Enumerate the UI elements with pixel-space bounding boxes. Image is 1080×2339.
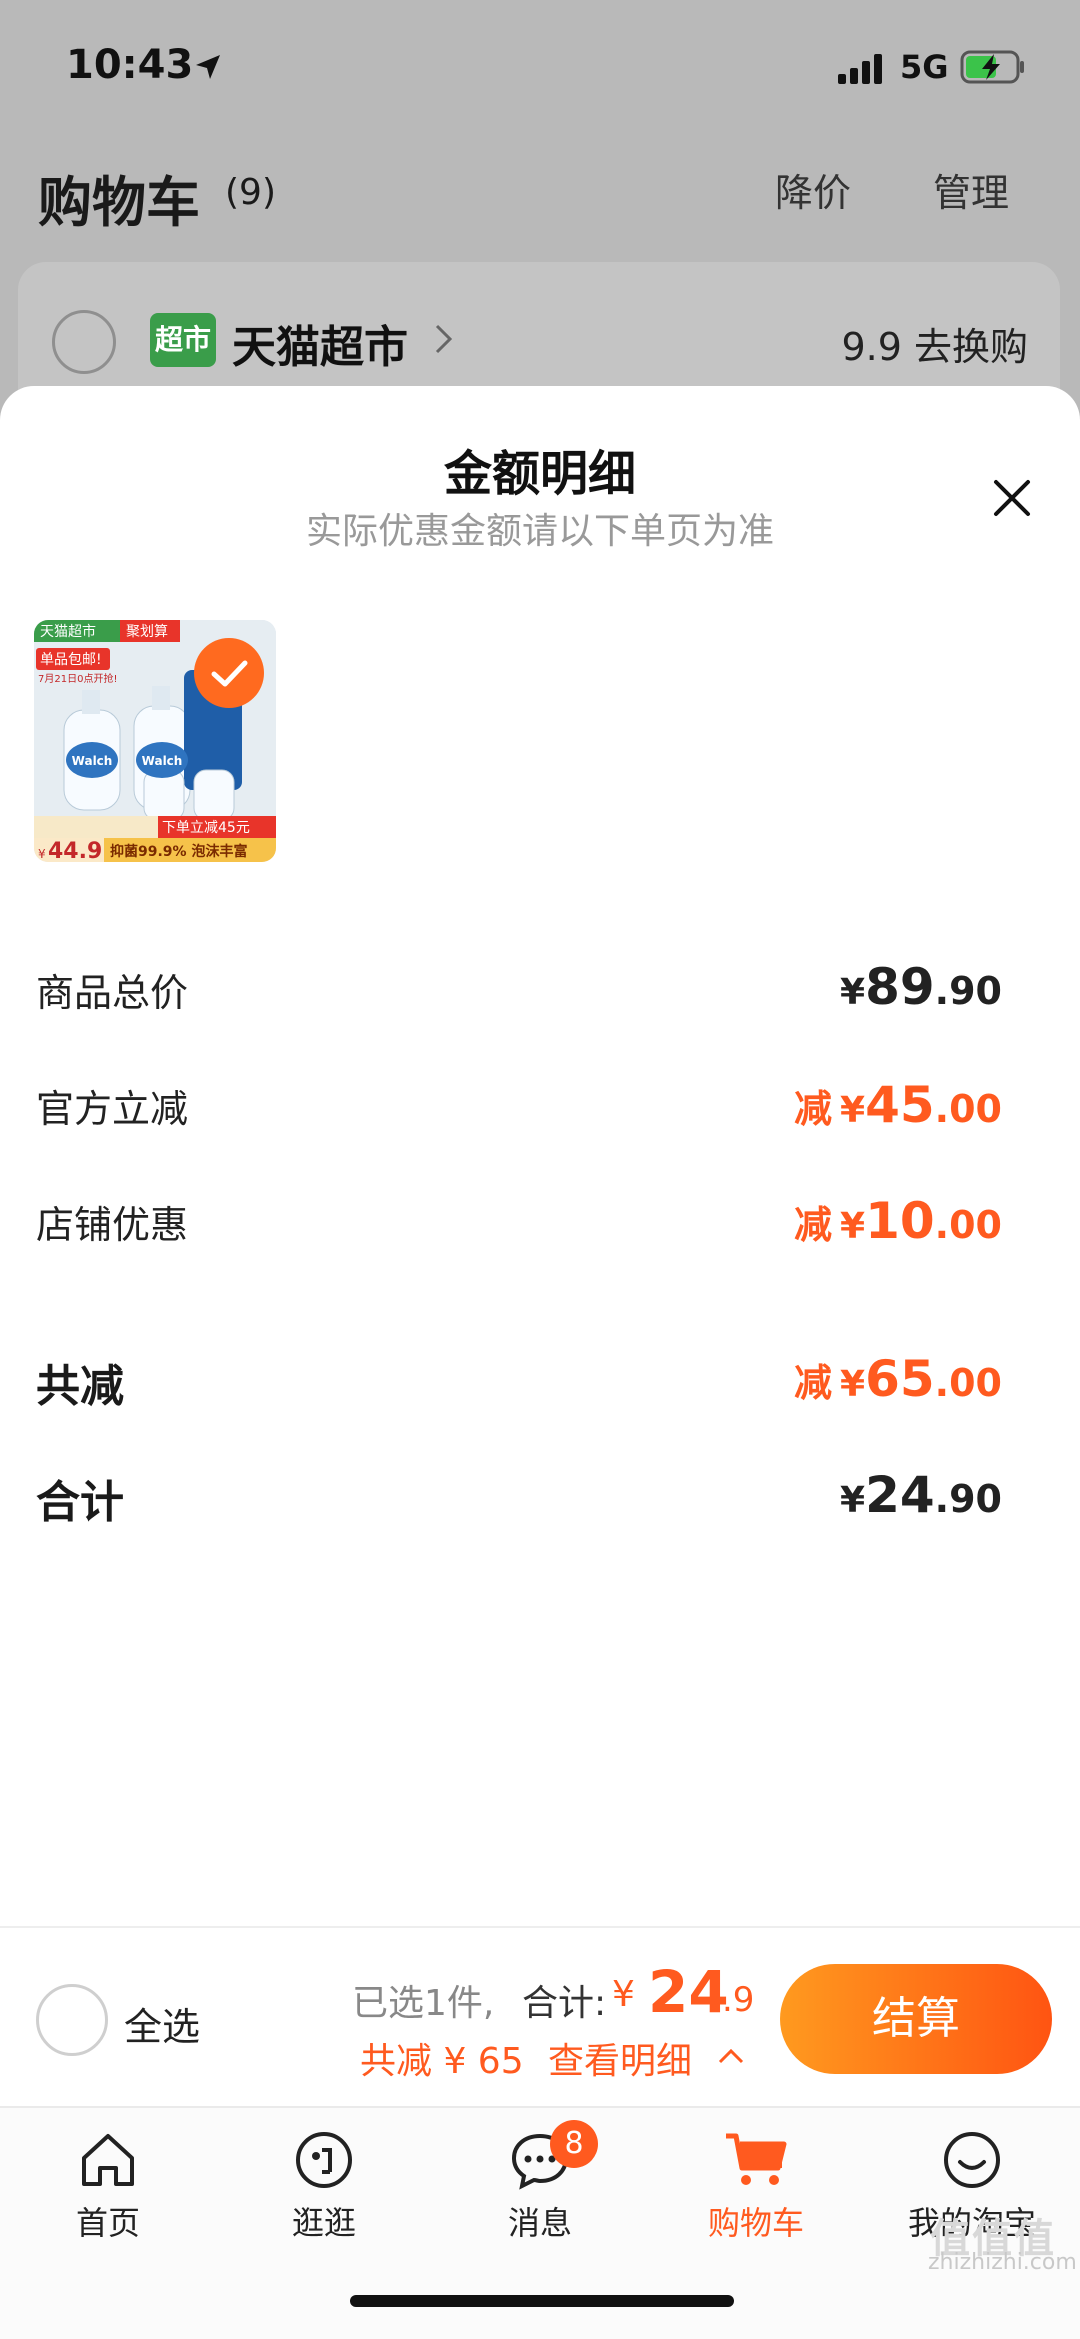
tag-live: 聚划算 [126,624,168,640]
price-prefix: ¥ [38,847,46,861]
select-all-label[interactable]: 全选 [124,1996,200,2051]
checkmark-icon [211,660,248,687]
location-arrow-icon [196,55,220,79]
selected-count: 已选1件, [352,1983,495,2024]
promo-banner: 下单立减45元 [162,820,250,836]
home-icon [82,2134,134,2186]
battery-charging-icon [960,50,1024,84]
saving-summary: 共减 ¥ 65 [360,2041,524,2082]
row-value-grand-total: ¥24.90 [840,1466,1002,1524]
store-logo: 超市 [150,313,216,367]
row-value-official-discount: 减 ¥45.00 [794,1076,1002,1134]
row-value-subtotal: ¥89.90 [840,958,1002,1016]
chevron-right-icon [435,324,453,354]
total-amount-dec: .9 [722,1980,755,2020]
row-value-store-discount: 减 ¥10.00 [794,1192,1002,1250]
browse-icon [296,2132,352,2188]
close-icon[interactable] [988,474,1036,522]
store-name[interactable]: 天猫超市 [232,311,408,375]
cart-count: (9) [225,172,276,213]
row-label-total-saving: 共减 [36,1361,124,1412]
manage-button[interactable]: 管理 [933,162,1009,217]
status-bar: 10:43 5G [0,0,1080,140]
tab-messages-label: 消息 [507,2204,572,2242]
tag-free-shipping: 单品包邮! [40,652,102,668]
brand-label-1: Walch [72,754,113,768]
sheet-title: 金额明细 [443,446,636,502]
amount-detail-sheet: 金额明细 实际优惠金额请以下单页为准 天猫超市 聚划算 单品包邮! 7月21日0… [0,386,1080,1926]
cart-icon [726,2133,787,2185]
tab-browse-label: 逛逛 [291,2204,356,2242]
store-promo-link[interactable]: 9.9 去换购 [841,316,1028,371]
watermark-url: zhizhizhi.com [928,2250,1077,2275]
status-time: 10:43 [66,42,194,88]
network-type: 5G [900,48,949,86]
product-price: 44.9 [48,839,102,862]
bottom-banner: 抑菌99.9% 泡沫丰富 [110,843,247,860]
tab-messages[interactable]: 8 消息 [450,2120,630,2268]
price-drop-button[interactable]: 降价 [775,162,851,217]
brand-label-2: Walch [142,754,183,768]
tab-cart-label: 购物车 [707,2204,804,2242]
store-select-radio[interactable] [52,310,116,374]
home-indicator[interactable] [350,2295,734,2307]
page-title: 购物车 [38,171,200,234]
select-all-radio[interactable] [36,1984,108,2056]
row-label-store-discount: 店铺优惠 [36,1203,189,1247]
checkout-button[interactable]: 结算 [780,1964,1052,2074]
cellular-signal-icon [838,54,882,84]
total-currency: ¥ [612,1974,635,2015]
profile-icon [944,2132,1000,2188]
product-checked-badge[interactable] [194,638,264,708]
tag-date: 7月21日0点开抢! [38,672,117,685]
view-detail-link[interactable]: 查看明细 [548,2032,692,2084]
chevron-up-icon[interactable] [716,2046,746,2066]
total-label: 合计: [522,1983,607,2024]
row-label-grand-total: 合计 [36,1477,124,1528]
total-amount-int: 24 [648,1958,729,2026]
tab-browse[interactable]: 逛逛 [234,2128,414,2268]
row-label-official-discount: 官方立减 [36,1087,189,1131]
message-badge: 8 [550,2120,598,2168]
sheet-subtitle: 实际优惠金额请以下单页为准 [305,511,774,552]
row-label-subtotal: 商品总价 [36,971,189,1015]
tab-cart[interactable]: 购物车 [666,2128,846,2268]
checkout-bar: 全选 已选1件, 合计: ¥ 24 .9 共减 ¥ 65 查看明细 结算 [0,1926,1080,2108]
tag-store: 天猫超市 [40,623,96,640]
tab-home-label: 首页 [75,2204,140,2242]
tab-home[interactable]: 首页 [18,2128,198,2268]
row-value-total-saving: 减 ¥65.00 [794,1350,1002,1408]
